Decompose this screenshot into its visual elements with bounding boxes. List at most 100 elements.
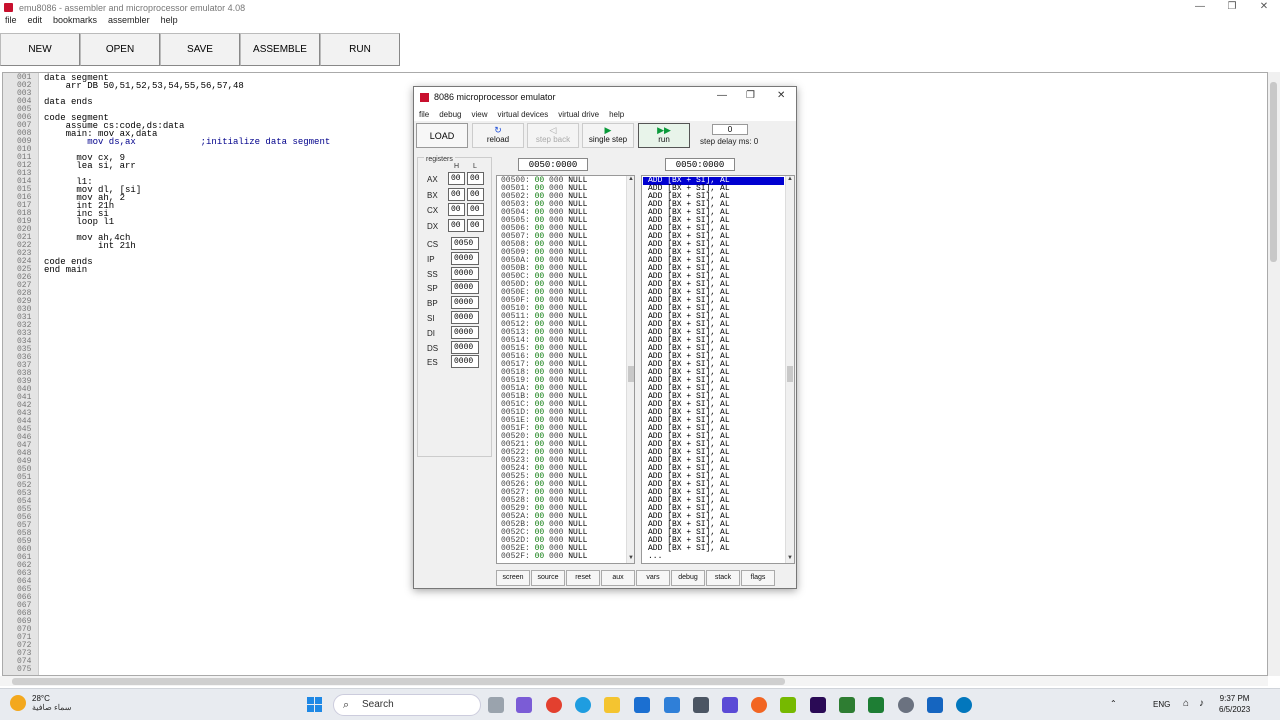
editor-horizontal-scrollbar[interactable] [0,676,1268,686]
volume-icon[interactable]: ♪ [1199,698,1204,709]
disassembly-list[interactable]: ADD [BX + SI], AL ADD [BX + SI], AL ADD [B… [641,175,795,564]
single-step-button[interactable]: ▶ single step [582,123,634,148]
emu-menu-virtual-devices[interactable]: virtual devices [498,110,549,119]
source-code[interactable]: data segment arr DB 50,51,52,53,54,55,56… [44,74,330,275]
maximize-button[interactable]: ❐ [1216,0,1248,15]
register-low-value[interactable]: 00 [467,187,484,201]
language-indicator[interactable]: ENG [1153,700,1170,709]
disassembly-scrollbar[interactable]: ▲ ▼ [785,176,794,563]
code-line[interactable]: arr DB 50,51,52,53,54,55,56,57,48 [44,82,330,91]
scrollbar-thumb[interactable] [12,678,785,685]
clock[interactable]: 9:37 PM 6/5/2023 [1219,693,1250,715]
menu-file[interactable]: file [5,15,17,28]
excel-icon[interactable] [868,697,884,713]
register-high-value[interactable]: 00 [448,218,465,232]
register-value[interactable]: 0000 [451,325,479,339]
aux-button[interactable]: aux [601,570,635,586]
media-player-icon[interactable] [722,697,738,713]
source-button[interactable]: source [531,570,565,586]
load-button[interactable]: LOAD [416,123,468,148]
minimize-button[interactable]: — [1184,0,1216,15]
register-value[interactable]: 0000 [451,266,479,280]
scrollbar-thumb[interactable] [1270,82,1277,262]
emu-menu-debug[interactable]: debug [439,110,461,119]
emulator-maximize-button[interactable]: ❐ [746,90,755,101]
app-icon[interactable] [927,697,943,713]
disassembly-row[interactable]: ADD [BX + SI], AL [643,545,784,553]
taskbar-search[interactable]: ⌕ Search [333,694,481,716]
notepad-icon[interactable] [664,697,680,713]
new-button[interactable]: NEW [0,33,80,66]
weather-widget[interactable]: 28°C سماء صافية [10,694,72,712]
register-high-value[interactable]: 00 [448,187,465,201]
register-value[interactable]: 0000 [451,340,479,354]
app-icon[interactable] [898,697,914,713]
memory-scrollbar[interactable]: ▲ ▼ [626,176,634,563]
register-value[interactable]: 0000 [451,355,479,369]
register-low-value[interactable]: 00 [467,218,484,232]
stack-button[interactable]: stack [706,570,740,586]
emulator-minimize-button[interactable]: — [717,90,727,101]
register-value[interactable]: 0000 [451,311,479,324]
code-line[interactable]: int 21h [44,242,330,251]
chrome-icon[interactable] [546,697,562,713]
editor-vertical-scrollbar[interactable] [1268,72,1280,676]
register-value[interactable]: 0000 [451,296,479,310]
scrollbar-thumb[interactable] [628,366,634,382]
premiere-icon[interactable] [810,697,826,713]
screen-button[interactable]: screen [496,570,530,586]
emu-menu-view[interactable]: view [471,110,487,119]
close-button[interactable]: ✕ [1248,0,1280,15]
memory-row[interactable]: 0052F: 00 000 NULL [501,553,621,561]
register-low-value[interactable]: 00 [467,203,484,216]
code-line[interactable]: end main [44,266,330,275]
save-button[interactable]: SAVE [160,33,240,66]
code-line[interactable]: loop l1 [44,218,330,227]
run-button[interactable]: RUN [320,33,400,66]
mail-icon[interactable] [634,697,650,713]
register-value[interactable]: 0000 [451,251,479,265]
soundcloud-icon[interactable] [751,697,767,713]
nvidia-icon[interactable] [780,697,796,713]
register-high-value[interactable]: 00 [448,172,465,185]
app-icon[interactable] [839,697,855,713]
menu-bookmarks[interactable]: bookmarks [53,15,97,28]
register-value[interactable]: 0050 [451,237,479,250]
code-line[interactable]: data ends [44,98,330,107]
step-back-button[interactable]: ◁ step back [527,123,579,148]
emulator-close-button[interactable]: ✕ [777,90,785,101]
step-delay-input[interactable]: 0 [712,124,748,135]
network-icon[interactable]: ⌂ [1183,698,1189,709]
debug-button[interactable]: debug [671,570,705,586]
teams-icon[interactable] [516,697,532,713]
scrollbar-thumb[interactable] [787,366,793,382]
vars-button[interactable]: vars [636,570,670,586]
scroll-up-arrow-icon[interactable]: ▲ [786,176,794,182]
tray-chevron-icon[interactable]: ⌃ [1110,699,1117,708]
menu-help[interactable]: help [161,15,178,28]
flags-button[interactable]: flags [741,570,775,586]
menu-assembler[interactable]: assembler [108,15,150,28]
reset-button[interactable]: reset [566,570,600,586]
calculator-icon[interactable] [693,697,709,713]
code-line[interactable]: lea si, arr [44,162,330,171]
file-explorer-icon[interactable] [604,697,620,713]
memory-list[interactable]: 00500: 00 000 NULL 00501: 00 000 NULL 0050… [496,175,635,564]
emu-run-button[interactable]: ▶▶ run [638,123,690,148]
open-button[interactable]: OPEN [80,33,160,66]
scroll-up-arrow-icon[interactable]: ▲ [627,176,634,182]
emu-menu-virtual-drive[interactable]: virtual drive [558,110,599,119]
menu-edit[interactable]: edit [28,15,43,28]
disassembly-address-input[interactable]: 0050:0000 [665,158,735,171]
code-line[interactable]: mov ds,ax ;initialize data segment [44,138,330,147]
assemble-button[interactable]: ASSEMBLE [240,33,320,66]
start-button[interactable] [307,697,323,713]
task-view-icon[interactable] [488,697,504,713]
register-value[interactable]: 0000 [451,281,479,295]
scroll-down-arrow-icon[interactable]: ▼ [786,555,794,561]
register-low-value[interactable]: 00 [467,172,484,185]
edge-icon[interactable] [575,697,591,713]
emu-menu-help[interactable]: help [609,110,624,119]
app-icon[interactable] [956,697,972,713]
memory-address-input[interactable]: 0050:0000 [518,158,588,171]
